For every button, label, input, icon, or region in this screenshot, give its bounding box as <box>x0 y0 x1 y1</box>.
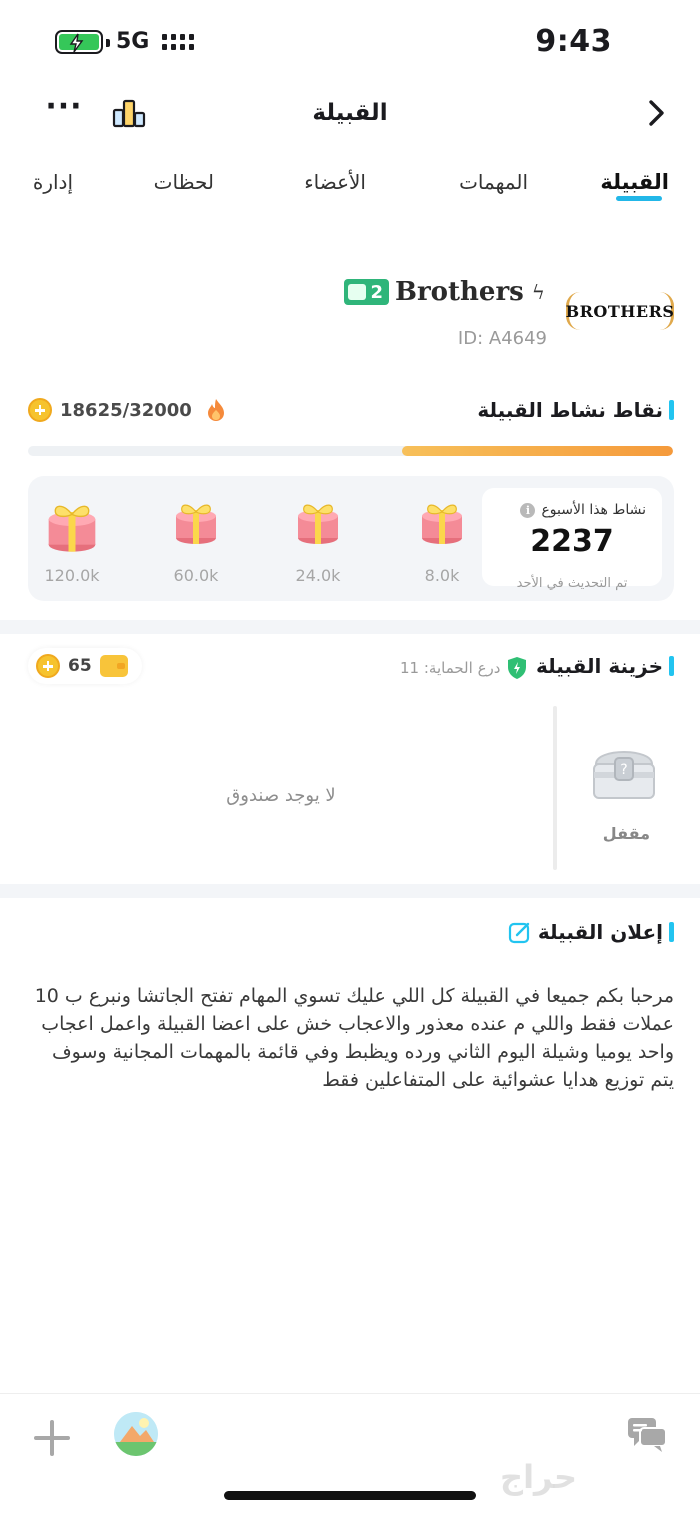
signal-icon <box>162 34 194 50</box>
home-indicator[interactable] <box>224 1491 476 1500</box>
wallet-icon <box>99 655 128 677</box>
section-divider <box>0 620 700 634</box>
level-shield-icon <box>348 284 367 300</box>
locked-chest-icon[interactable]: ? <box>586 738 662 808</box>
clan-name-suffix: ϟ <box>531 280 545 304</box>
rewards-panel: نشاط هذا الأسبوع i 2237 تم التحديث في ال… <box>28 476 674 601</box>
info-icon[interactable]: i <box>520 502 536 518</box>
tab-bar: القبيلة المهمات الأعضاء لحظات إدارة <box>0 166 700 206</box>
gift-box-icon[interactable] <box>290 498 346 550</box>
gacha-app-icon[interactable] <box>114 1412 158 1456</box>
wallet-value: 65 <box>68 656 92 676</box>
status-bar: 5G 9:43 <box>0 0 700 84</box>
clock: 9:43 <box>535 24 612 59</box>
edit-icon[interactable] <box>508 920 532 944</box>
network-label: 5G <box>116 29 150 54</box>
weekly-activity-updated: تم التحديث في الأحد <box>516 576 628 591</box>
activity-points: 18625/32000 <box>28 398 226 422</box>
announcement-section-title: إعلان القبيلة <box>508 920 674 944</box>
weekly-activity-card: نشاط هذا الأسبوع i 2237 تم التحديث في ال… <box>482 488 662 591</box>
battery-icon <box>55 30 110 54</box>
treasury-section-title: خزينة القبيلة <box>536 654 674 678</box>
add-icon[interactable] <box>34 1420 70 1456</box>
weekly-activity-value: 2237 <box>530 524 614 559</box>
active-tab-indicator <box>616 196 662 201</box>
gift-box-icon[interactable] <box>414 498 470 550</box>
back-arrow-icon[interactable] <box>642 96 672 130</box>
reward-threshold-2: 24.0k <box>295 566 341 585</box>
app-header: ··· القبيلة <box>0 84 700 144</box>
protection-status: درع الحماية: 11 <box>400 656 528 680</box>
announcement-text: مرحبا بكم جميعا في القبيلة كل اللي عليك … <box>34 985 674 1091</box>
section-divider <box>0 884 700 898</box>
tab-admin[interactable]: إدارة <box>33 170 73 194</box>
tab-moments[interactable]: لحظات <box>154 170 214 194</box>
coin-icon <box>36 654 60 678</box>
svg-text:?: ? <box>620 762 627 778</box>
tab-members[interactable]: الأعضاء <box>304 170 366 194</box>
activity-progress-bar <box>28 446 673 456</box>
activity-section-title: نقاط نشاط القبيلة <box>477 398 674 422</box>
chat-icon[interactable] <box>626 1416 668 1452</box>
gift-box-icon[interactable] <box>44 498 100 558</box>
clan-name-row: 2 Brothers ϟ <box>344 272 545 312</box>
coin-icon <box>28 398 52 422</box>
reward-threshold-1: 8.0k <box>424 566 460 585</box>
wallet-button[interactable]: 65 <box>28 648 142 684</box>
clan-name: Brothers <box>394 277 524 307</box>
chest-status-label: مقفل <box>602 824 650 843</box>
tab-missions[interactable]: المهمات <box>459 170 528 194</box>
weekly-activity-label: نشاط هذا الأسبوع i <box>520 502 646 518</box>
tab-clan[interactable]: القبيلة <box>600 170 669 194</box>
empty-chest-message: لا يوجد صندوق <box>226 785 336 806</box>
reward-threshold-4: 120.0k <box>44 566 100 585</box>
clan-logo[interactable]: BROTHERS <box>566 292 674 330</box>
page-title: القبيلة <box>312 100 388 126</box>
points-value: 18625/32000 <box>60 399 192 421</box>
flame-icon <box>207 399 224 421</box>
watermark: حراج <box>500 1458 577 1496</box>
gift-box-icon[interactable] <box>168 498 224 550</box>
clan-level-badge: 2 <box>344 279 389 305</box>
reward-threshold-3: 60.0k <box>173 566 219 585</box>
shield-icon <box>508 657 527 679</box>
clan-id: ID: A4649 <box>457 328 547 349</box>
